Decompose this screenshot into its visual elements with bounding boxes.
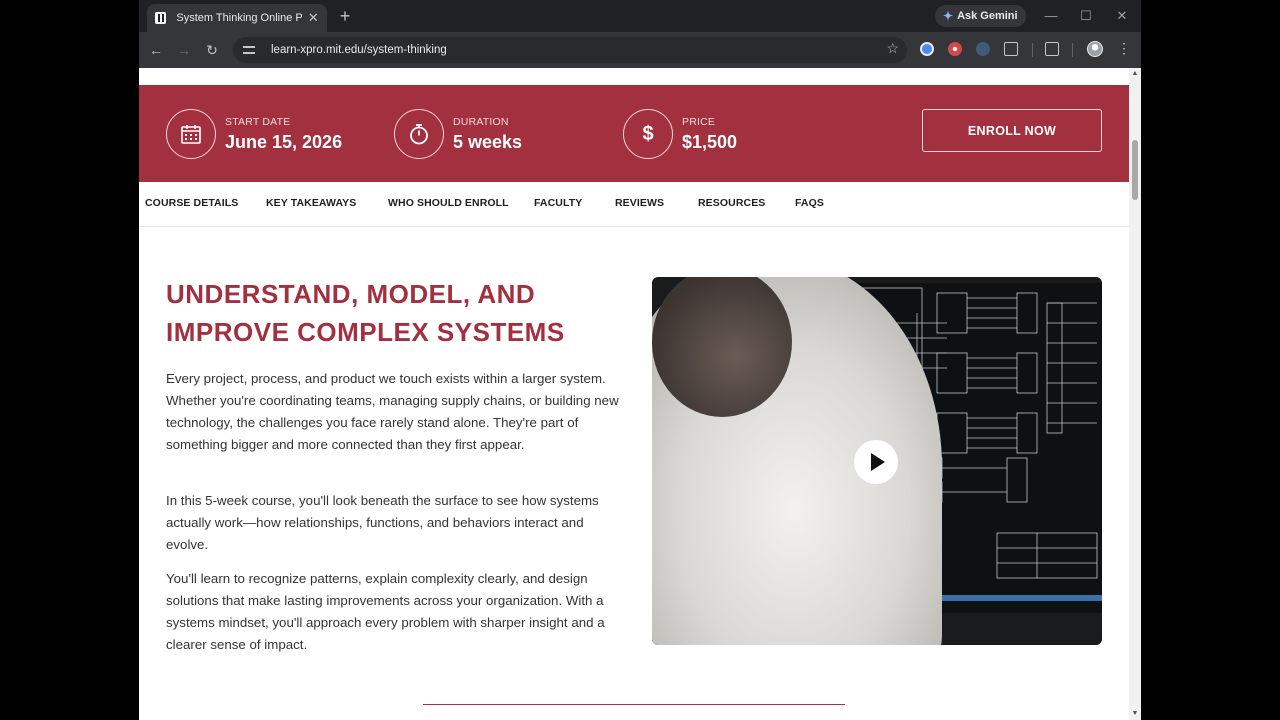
maximize-icon[interactable]: ☐	[1077, 6, 1095, 26]
calendar-icon	[166, 109, 216, 159]
new-tab-button[interactable]: +	[337, 6, 353, 26]
url-text[interactable]: learn-xpro.mit.edu/system-thinking	[271, 44, 447, 56]
reload-icon[interactable]: ↻	[202, 40, 222, 60]
start-date-value: June 15, 2026	[225, 131, 343, 152]
section-headline: UNDERSTAND, MODEL, AND IMPROVE COMPLEX S…	[166, 279, 565, 347]
enroll-now-button[interactable]: ENROLL NOW	[922, 109, 1102, 152]
tab-faculty[interactable]: FACULTY	[534, 197, 582, 209]
bookmark-star-icon[interactable]: ☆	[886, 40, 899, 57]
tab-close-icon[interactable]: ✕	[308, 10, 319, 26]
tab-title: System Thinking Online Profess	[176, 12, 302, 24]
tab-strip: System Thinking Online Profess ✕ + ✦ Ask…	[139, 0, 1141, 32]
browser-window: System Thinking Online Profess ✕ + ✦ Ask…	[139, 0, 1141, 720]
active-tab[interactable]: System Thinking Online Profess ✕	[147, 4, 327, 32]
duration-label: DURATION	[453, 115, 509, 128]
extension-red-icon[interactable]	[948, 42, 962, 56]
section-divider	[423, 704, 845, 705]
scroll-up-icon[interactable]: ▲	[1131, 70, 1139, 77]
tab-course-details[interactable]: COURSE DETAILS	[145, 197, 238, 209]
stopwatch-icon	[394, 109, 444, 159]
tab-faqs[interactable]: FAQS	[795, 197, 824, 209]
ask-gemini-button[interactable]: ✦ Ask Gemini	[935, 5, 1026, 27]
tab-key-takeaways[interactable]: KEY TAKEAWAYS	[266, 197, 356, 209]
mit-favicon-icon	[155, 12, 167, 24]
page-content: START DATE June 15, 2026 DURATION 5 week…	[139, 68, 1129, 720]
forward-icon[interactable]: →	[174, 40, 194, 60]
toolbar-divider	[1072, 43, 1073, 57]
toolbar-divider	[1032, 43, 1033, 57]
more-menu-icon[interactable]: ⋮	[1117, 40, 1131, 57]
course-info-bar: START DATE June 15, 2026 DURATION 5 week…	[139, 85, 1129, 182]
start-date-block: START DATE June 15, 2026	[166, 109, 342, 159]
intro-paragraph: Every project, process, and product we t…	[166, 371, 619, 452]
ask-gemini-label: Ask Gemini	[957, 10, 1018, 22]
course-video[interactable]	[652, 277, 1102, 645]
extensions-puzzle-icon[interactable]	[1004, 42, 1018, 56]
back-icon[interactable]: ←	[146, 40, 166, 60]
course-paragraph: In this 5-week course, you'll look benea…	[166, 493, 599, 552]
tab-reviews[interactable]: REVIEWS	[615, 197, 664, 209]
duration-value: 5 weeks	[453, 131, 523, 152]
gemini-sparkle-icon: ✦	[943, 9, 954, 23]
section-nav: COURSE DETAILS KEY TAKEAWAYS WHO SHOULD …	[139, 182, 1129, 227]
price-value: $1,500	[682, 131, 738, 152]
scroll-thumb[interactable]	[1132, 140, 1138, 200]
extension-blue-icon[interactable]	[976, 42, 990, 56]
close-window-icon[interactable]: ✕	[1113, 6, 1131, 26]
extension-globe-icon[interactable]	[920, 42, 934, 56]
browser-toolbar: ← → ↻ learn-xpro.mit.edu/system-thinking…	[139, 32, 1141, 68]
scroll-down-icon[interactable]: ▼	[1131, 710, 1139, 717]
address-bar[interactable]: learn-xpro.mit.edu/system-thinking ☆	[233, 37, 907, 63]
price-block: $ PRICE $1,500	[623, 109, 737, 159]
profile-avatar[interactable]	[1087, 41, 1103, 57]
play-icon[interactable]	[854, 440, 898, 484]
tab-search-icon[interactable]	[1045, 42, 1059, 56]
page-scrollbar[interactable]: ▲ ▼	[1129, 68, 1141, 720]
site-settings-icon[interactable]	[243, 45, 257, 55]
dollar-icon: $	[623, 109, 673, 159]
tab-resources[interactable]: RESOURCES	[698, 197, 765, 209]
price-label: PRICE	[682, 115, 716, 128]
outcome-paragraph: You'll learn to recognize patterns, expl…	[166, 571, 605, 652]
minimize-icon[interactable]: —	[1042, 6, 1060, 26]
start-date-label: START DATE	[225, 115, 291, 128]
tab-who-should-enroll[interactable]: WHO SHOULD ENROLL	[388, 197, 509, 209]
duration-block: DURATION 5 weeks	[394, 109, 522, 159]
